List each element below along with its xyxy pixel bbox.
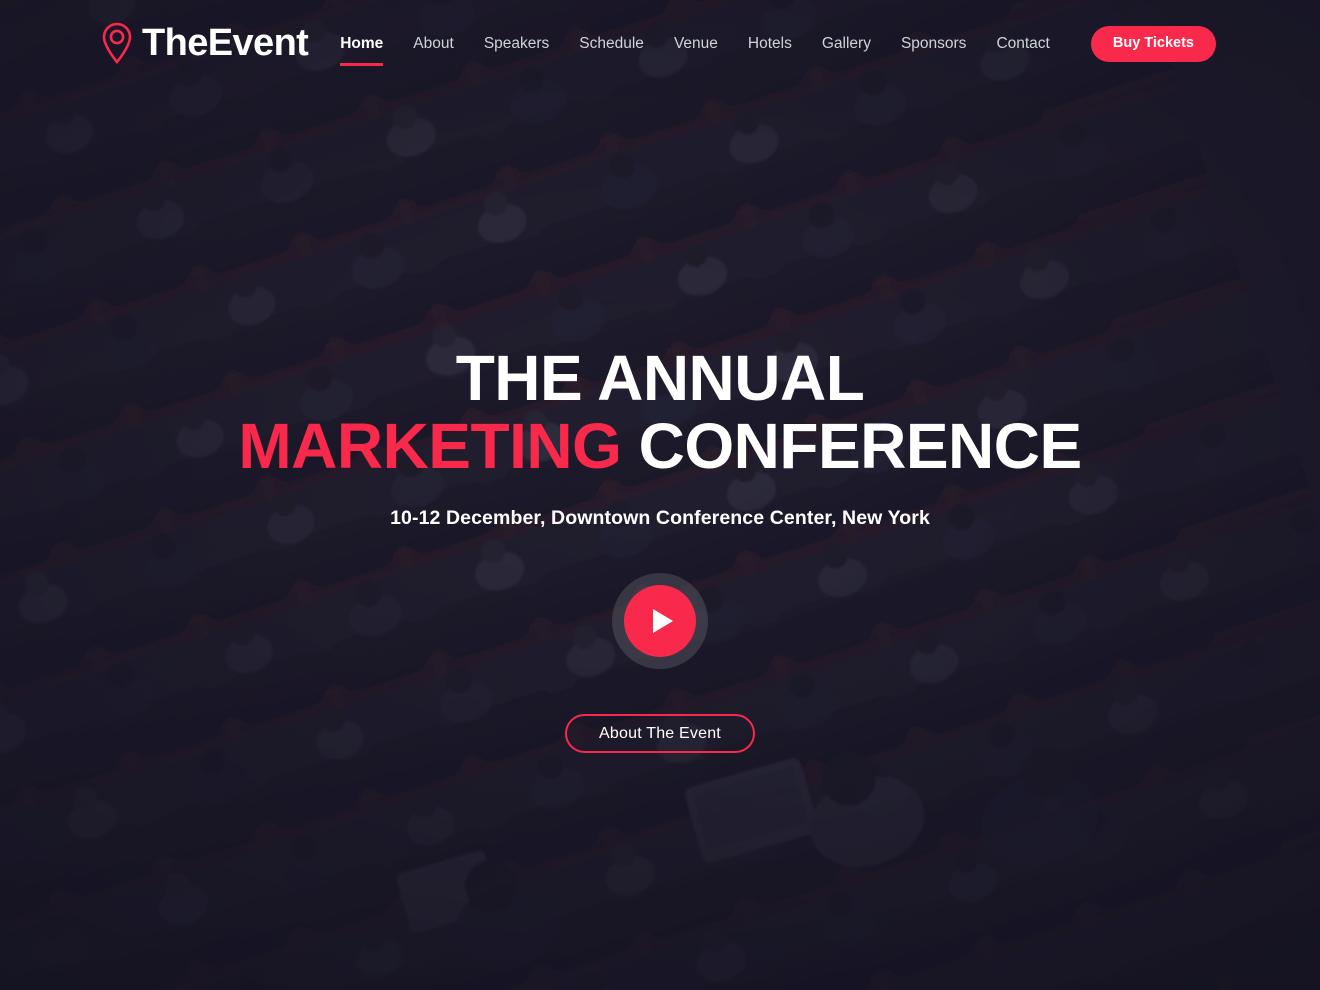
main-navigation: Home About Speakers Schedule Venue Hotel… bbox=[325, 26, 1216, 67]
buy-tickets-button[interactable]: Buy Tickets bbox=[1090, 26, 1216, 62]
nav-item-hotels[interactable]: Hotels bbox=[733, 28, 807, 59]
play-video-button[interactable] bbox=[612, 573, 708, 670]
brand-logo[interactable]: TheEvent bbox=[100, 21, 309, 65]
hero-content: THE ANNUAL MARKETING CONFERENCE 10-12 De… bbox=[0, 0, 1320, 990]
play-icon bbox=[624, 585, 696, 658]
about-the-event-button[interactable]: About The Event bbox=[565, 714, 755, 754]
hero-title-accent-word: MARKETING bbox=[238, 410, 622, 483]
nav-item-home[interactable]: Home bbox=[325, 28, 398, 67]
map-pin-icon bbox=[102, 22, 132, 65]
nav-item-venue[interactable]: Venue bbox=[659, 28, 733, 59]
hero-section: TheEvent Home About Speakers Schedule Ve… bbox=[0, 0, 1320, 990]
brand-name: TheEvent bbox=[142, 22, 309, 64]
play-triangle-icon bbox=[653, 609, 673, 634]
nav-item-speakers[interactable]: Speakers bbox=[469, 28, 564, 59]
nav-item-contact[interactable]: Contact bbox=[981, 28, 1064, 59]
hero-title-rest-word: CONFERENCE bbox=[638, 410, 1083, 483]
nav-item-gallery[interactable]: Gallery bbox=[807, 28, 886, 59]
nav-item-sponsors[interactable]: Sponsors bbox=[886, 28, 981, 59]
nav-item-about[interactable]: About bbox=[398, 28, 469, 59]
site-header: TheEvent Home About Speakers Schedule Ve… bbox=[0, 0, 1320, 88]
page-title: THE ANNUAL MARKETING CONFERENCE bbox=[238, 342, 1083, 483]
hero-title-line-2: MARKETING CONFERENCE bbox=[238, 410, 1083, 483]
hero-title-line-1: THE ANNUAL bbox=[455, 342, 865, 414]
nav-item-schedule[interactable]: Schedule bbox=[564, 28, 659, 59]
hero-subtitle: 10-12 December, Downtown Conference Cent… bbox=[390, 506, 930, 529]
